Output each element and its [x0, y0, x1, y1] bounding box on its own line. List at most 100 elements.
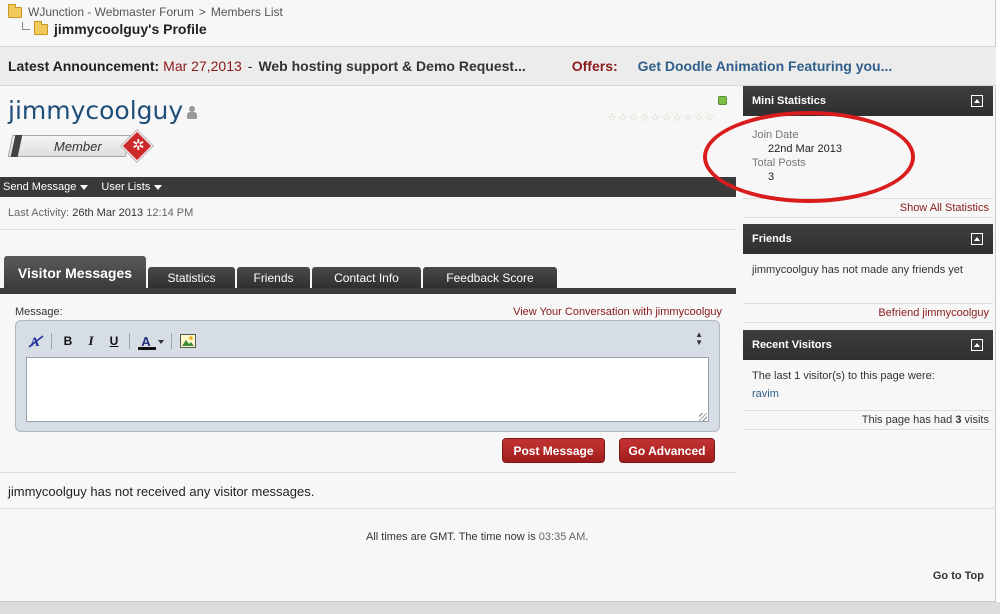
total-posts-label: Total Posts: [752, 157, 806, 169]
divider: [0, 508, 996, 509]
announcement-dash: -: [247, 58, 253, 74]
mini-statistics-body: Join Date 22nd Mar 2013 Total Posts 3: [743, 116, 993, 198]
collapse-icon[interactable]: [971, 339, 983, 351]
tab-friends[interactable]: Friends: [237, 267, 310, 289]
page-title: jimmycoolguy's Profile: [54, 21, 207, 37]
reputation-star-icon: ☆: [694, 112, 704, 124]
footer-time-now: 03:35 AM: [538, 531, 586, 543]
tab-statistics[interactable]: Statistics: [148, 267, 235, 289]
visitor-messages-empty: jimmycoolguy has not received any visito…: [8, 484, 315, 499]
post-message-button[interactable]: Post Message: [502, 438, 605, 463]
caret-down-icon: [80, 184, 89, 190]
breadcrumb: WJunction - Webmaster Forum > Members Li…: [8, 3, 283, 20]
font-color-swatch: [138, 347, 156, 350]
collapse-icon[interactable]: [971, 95, 983, 107]
footer-time: All times are GMT. The time now is 03:35…: [366, 531, 588, 543]
insert-image-icon[interactable]: [178, 331, 198, 351]
visits-prefix: This page has had: [861, 414, 953, 426]
recent-visitors-body: The last 1 visitor(s) to this page were:…: [743, 360, 993, 410]
footer-time-prefix: All times are GMT. The time now is: [366, 531, 536, 543]
profile-tabs: Visitor Messages Statistics Friends Cont…: [4, 256, 559, 289]
message-editor: A B I U A ▲ ▼: [15, 320, 720, 432]
announcement-date: Mar 27,2013: [163, 58, 242, 74]
user-offline-icon: [186, 106, 198, 120]
tab-contact-info[interactable]: Contact Info: [312, 267, 421, 289]
last-activity-label: Last Activity:: [8, 207, 70, 219]
reputation-star-icon: ☆: [607, 112, 617, 124]
last-activity-date: 26th Mar 2013: [72, 207, 144, 219]
message-textarea[interactable]: [26, 357, 709, 422]
go-to-top-link[interactable]: Go to Top: [933, 570, 984, 582]
join-date-value: 22nd Mar 2013: [768, 143, 842, 155]
underline-button[interactable]: U: [104, 331, 124, 351]
breadcrumb-separator: >: [198, 5, 206, 19]
show-all-statistics-link[interactable]: Show All Statistics: [743, 198, 993, 218]
befriend-link[interactable]: Befriend jimmycoolguy: [743, 303, 993, 323]
mini-statistics-header: Mini Statistics: [743, 86, 993, 116]
divider: [0, 229, 736, 230]
toolbar-separator: [51, 333, 52, 349]
profile-action-bar: Send Message User Lists: [0, 177, 736, 197]
mini-statistics-title: Mini Statistics: [752, 95, 826, 107]
rank-mark: ✲: [132, 137, 145, 154]
bold-button[interactable]: B: [58, 331, 78, 351]
divider: [0, 472, 736, 473]
page-bottom-band: [0, 602, 1000, 614]
collapse-icon[interactable]: [971, 233, 983, 245]
recent-visitors-block: Recent Visitors The last 1 visitor(s) to…: [743, 330, 993, 430]
page-title-row: jimmycoolguy's Profile: [22, 20, 207, 38]
announcement-label: Latest Announcement:: [8, 58, 160, 74]
tab-feedback-score[interactable]: Feedback Score: [423, 267, 557, 289]
page-visits: This page has had 3 visits: [743, 410, 993, 430]
message-label: Message:: [15, 306, 63, 318]
view-conversation-link[interactable]: View Your Conversation with jimmycoolguy: [513, 306, 722, 318]
recent-visitors-header: Recent Visitors: [743, 330, 993, 360]
offers-link[interactable]: Get Doodle Animation Featuring you...: [638, 58, 893, 74]
announcement-bar: Latest Announcement: Mar 27,2013 - Web h…: [0, 46, 996, 86]
toolbar-separator: [129, 333, 130, 349]
editor-toolbar: A B I U A: [26, 331, 201, 351]
tab-underline: [0, 288, 736, 294]
user-lists-menu[interactable]: User Lists: [101, 181, 163, 193]
italic-button[interactable]: I: [81, 331, 101, 351]
reputation-star-icon: ☆: [661, 112, 672, 124]
rank-badge: Member ✲: [7, 130, 158, 162]
reputation-star-icon: ☆: [650, 112, 661, 124]
reputation-star-icon: ☆: [628, 112, 639, 124]
breadcrumb-forum-link[interactable]: WJunction - Webmaster Forum: [28, 5, 194, 19]
announcement-link[interactable]: Web hosting support & Demo Request...: [258, 58, 525, 74]
tab-visitor-messages[interactable]: Visitor Messages: [4, 256, 146, 289]
reputation-star-icon: ☆: [704, 112, 715, 124]
send-message-label: Send Message: [3, 181, 77, 193]
folder-icon: [8, 3, 22, 18]
open-folder-icon: [34, 20, 48, 35]
last-activity: Last Activity: 26th Mar 2013 12:14 PM: [8, 207, 193, 219]
recent-visitors-title: Recent Visitors: [752, 339, 832, 351]
textarea-resize-grip-icon[interactable]: [699, 413, 707, 421]
font-color-button[interactable]: A: [136, 331, 166, 351]
footer-time-suffix: .: [585, 531, 589, 543]
join-date-label: Join Date: [752, 129, 799, 141]
rank-label: Member: [54, 139, 102, 154]
visitor-link[interactable]: ravim: [752, 385, 984, 403]
reputation-star-icon: ☆: [639, 112, 650, 124]
status-indicator-icon: [718, 96, 727, 105]
visits-suffix: visits: [964, 414, 989, 426]
resize-editor-icon[interactable]: ▲ ▼: [695, 331, 703, 347]
mini-statistics-block: Mini Statistics Join Date 22nd Mar 2013 …: [743, 86, 993, 218]
last-activity-time: 12:14 PM: [146, 207, 194, 219]
friends-title: Friends: [752, 233, 792, 245]
reputation-star-icon: ☆: [683, 112, 693, 124]
remove-format-icon[interactable]: A: [26, 331, 46, 351]
send-message-menu[interactable]: Send Message: [3, 181, 89, 193]
friends-body: jimmycoolguy has not made any friends ye…: [743, 254, 993, 303]
reputation-stars: ☆ ☆ ☆ ☆ ☆ ☆ ☆ ☆ ☆ ☆: [607, 113, 715, 124]
user-lists-label: User Lists: [101, 181, 151, 193]
tree-elbow-icon: [22, 22, 30, 30]
breadcrumb-members-link[interactable]: Members List: [211, 5, 283, 19]
go-advanced-button[interactable]: Go Advanced: [619, 438, 715, 463]
total-posts-value: 3: [768, 171, 775, 183]
offers-label: Offers:: [571, 58, 618, 74]
caret-down-icon: [158, 340, 164, 344]
reputation-star-icon: ☆: [617, 112, 628, 124]
